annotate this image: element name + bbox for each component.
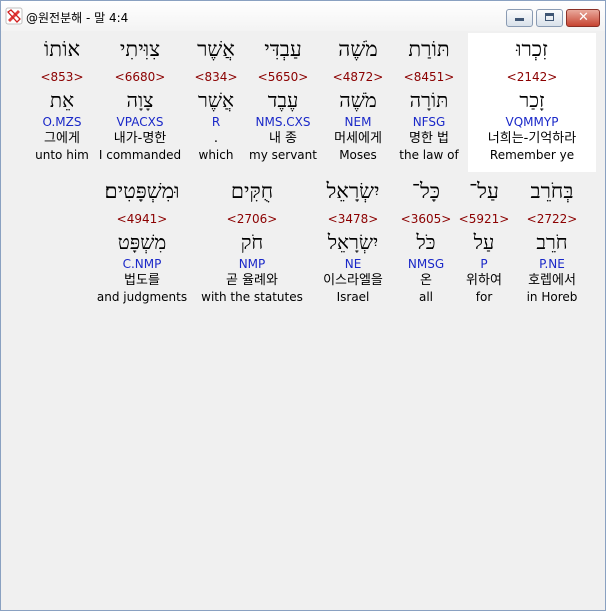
hebrew-word: חֻקִּים xyxy=(230,179,274,203)
korean-gloss: 너희는-기억하라 xyxy=(487,131,577,146)
parsing-code: C.NMP xyxy=(122,257,162,271)
hebrew-root: מִשְׁפָּט xyxy=(117,230,167,254)
app-icon xyxy=(5,7,23,25)
strong-number[interactable]: <2142> xyxy=(472,70,592,84)
hebrew-word: אוֹתוֹ xyxy=(43,37,81,61)
korean-gloss: 곧 율례와 xyxy=(226,273,278,288)
word-cell[interactable]: זִכְרוּ <2142> זָכַר VQMMYP 너희는-기억하라 Rem… xyxy=(472,37,592,162)
title-bar[interactable]: @원전분해 - 말 4:4 ✕ xyxy=(1,1,605,31)
minimize-button[interactable] xyxy=(506,9,533,27)
hebrew-root: זָכַר xyxy=(519,88,545,112)
korean-gloss: 그에게 xyxy=(44,131,80,146)
maximize-icon xyxy=(545,13,554,21)
hebrew-root: חֹק xyxy=(240,230,264,254)
parsing-code: O.MZS xyxy=(42,115,82,129)
app-window: @원전분해 - 말 4:4 ✕ זִכְרוּ <2142> זָכַר VQM… xyxy=(0,0,606,611)
parse-view: זִכְרוּ <2142> זָכַר VQMMYP 너희는-기억하라 Rem… xyxy=(9,31,599,603)
korean-gloss: 법도를 xyxy=(124,273,160,288)
english-gloss: and judgments xyxy=(96,290,188,304)
word-cell[interactable]: חֻקִּים <2706> חֹק NMP 곧 율례와 with the st… xyxy=(192,179,312,304)
close-icon: ✕ xyxy=(578,10,589,25)
hebrew-root: אֵת xyxy=(49,88,75,112)
strong-number[interactable]: <4941> xyxy=(82,212,202,226)
word-cell[interactable]: וּמִשְׁפָּטִים׃ <4941> מִשְׁפָּט C.NMP 법… xyxy=(82,179,202,304)
strong-number[interactable]: <2706> xyxy=(192,212,312,226)
parsing-code: NMP xyxy=(238,257,266,271)
english-gloss: with the statutes xyxy=(201,290,303,304)
english-gloss: Remember ye xyxy=(489,148,575,162)
hebrew-word: זִכְרוּ xyxy=(516,37,548,61)
window-title: @원전분해 - 말 4:4 xyxy=(26,11,129,25)
english-gloss: unto him xyxy=(35,148,89,162)
word-cell[interactable]: אוֹתוֹ <853> אֵת O.MZS 그에게 unto him xyxy=(2,37,122,162)
strong-number[interactable]: <853> xyxy=(2,70,122,84)
close-button[interactable]: ✕ xyxy=(566,9,600,27)
parsing-code: VQMMYP xyxy=(505,115,559,129)
maximize-button[interactable] xyxy=(536,9,563,27)
hebrew-word: וּמִשְׁפָּטִים׃ xyxy=(104,179,180,203)
minimize-icon xyxy=(515,18,524,21)
